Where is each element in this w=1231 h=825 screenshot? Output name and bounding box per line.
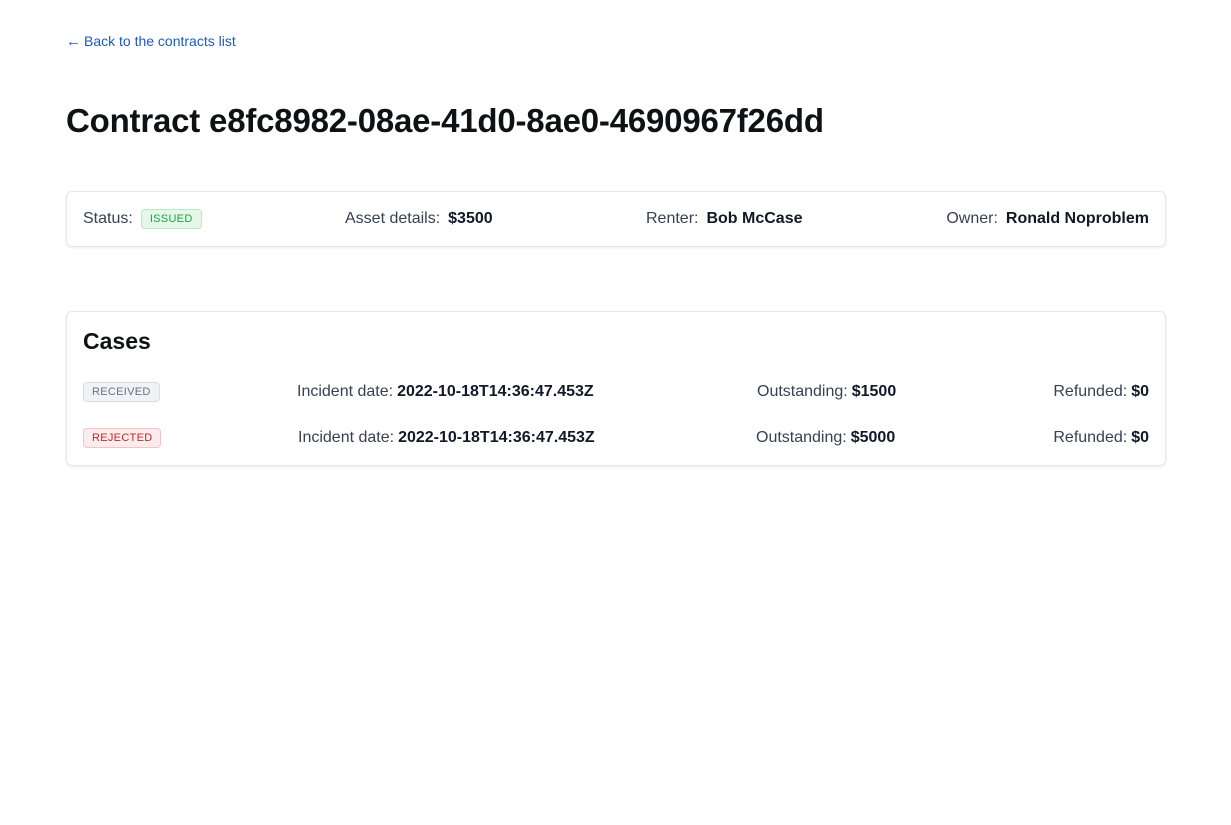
back-to-contracts-link[interactable]: ← Back to the contracts list bbox=[66, 33, 236, 49]
outstanding-field: Outstanding: $5000 bbox=[756, 423, 895, 453]
asset-details-label: Asset details: bbox=[345, 210, 441, 227]
outstanding-label: Outstanding: bbox=[757, 383, 848, 400]
renter-label: Renter: bbox=[646, 210, 699, 227]
refunded-label: Refunded: bbox=[1053, 383, 1128, 400]
status-field: Status: ISSUED bbox=[83, 192, 202, 246]
refunded-label: Refunded: bbox=[1053, 429, 1128, 446]
renter-value: Bob McCase bbox=[706, 210, 803, 227]
status-label: Status: bbox=[83, 210, 133, 227]
asset-details-value: $3500 bbox=[448, 210, 493, 227]
refunded-field: Refunded: $0 bbox=[1053, 377, 1149, 407]
outstanding-field: Outstanding: $1500 bbox=[757, 377, 896, 407]
asset-details-field: Asset details: $3500 bbox=[345, 192, 493, 246]
owner-field: Owner: Ronald Noproblem bbox=[946, 192, 1149, 246]
incident-date-label: Incident date: bbox=[297, 383, 394, 400]
case-status-badge: REJECTED bbox=[83, 428, 162, 448]
refunded-value: $0 bbox=[1131, 429, 1149, 446]
cases-heading: Cases bbox=[83, 328, 151, 354]
page-title: Contract e8fc8982-08ae-41d0-8ae0-4690967… bbox=[66, 102, 824, 139]
outstanding-label: Outstanding: bbox=[756, 429, 847, 446]
case-status-badge: RECEIVED bbox=[83, 382, 160, 402]
status-badge: ISSUED bbox=[140, 209, 202, 229]
owner-value: Ronald Noproblem bbox=[1005, 210, 1149, 227]
incident-date-field: Incident date: 2022-10-18T14:36:47.453Z bbox=[298, 423, 595, 453]
outstanding-value: $5000 bbox=[850, 429, 896, 446]
outstanding-value: $1500 bbox=[851, 383, 897, 400]
case-row: RECEIVED Incident date: 2022-10-18T14:36… bbox=[67, 377, 1165, 407]
incident-date-value: 2022-10-18T14:36:47.453Z bbox=[398, 429, 595, 446]
incident-date-field: Incident date: 2022-10-18T14:36:47.453Z bbox=[297, 377, 594, 407]
refunded-field: Refunded: $0 bbox=[1053, 423, 1149, 453]
refunded-value: $0 bbox=[1131, 383, 1149, 400]
case-row: REJECTED Incident date: 2022-10-18T14:36… bbox=[67, 423, 1165, 453]
cases-card: Cases RECEIVED Incident date: 2022-10-18… bbox=[66, 311, 1166, 466]
owner-label: Owner: bbox=[946, 210, 998, 227]
back-link-label: Back to the contracts list bbox=[84, 33, 236, 49]
incident-date-label: Incident date: bbox=[298, 429, 395, 446]
arrow-left-icon: ← bbox=[66, 32, 81, 50]
renter-field: Renter: Bob McCase bbox=[646, 192, 803, 246]
contract-summary-card: Status: ISSUED Asset details: $3500 Rent… bbox=[66, 191, 1166, 247]
incident-date-value: 2022-10-18T14:36:47.453Z bbox=[397, 383, 594, 400]
